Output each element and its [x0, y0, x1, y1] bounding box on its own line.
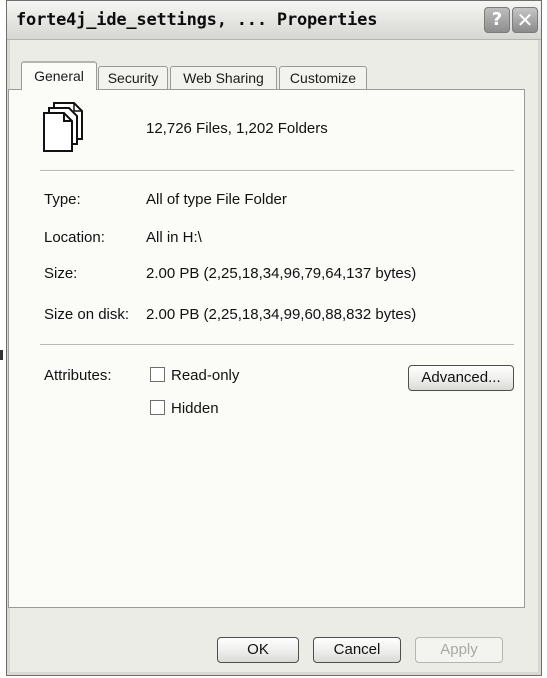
- help-icon[interactable]: ?: [484, 7, 510, 33]
- tab-customize-label: Customize: [289, 70, 357, 86]
- checkbox-box[interactable]: [150, 400, 165, 415]
- type-label: Type:: [44, 191, 81, 208]
- location-label: Location:: [44, 229, 105, 246]
- hidden-checkbox[interactable]: Hidden: [150, 400, 219, 417]
- close-icon[interactable]: ✕: [512, 7, 538, 33]
- size-label: Size:: [44, 265, 78, 282]
- hidden-label: Hidden: [171, 400, 219, 417]
- read-only-label: Read-only: [171, 367, 240, 384]
- tab-general-label: General: [34, 68, 84, 84]
- tab-security-label: Security: [107, 70, 159, 86]
- general-panel: [8, 89, 525, 608]
- apply-button[interactable]: Apply: [415, 637, 503, 663]
- tab-security[interactable]: Security: [98, 66, 168, 89]
- tab-customize[interactable]: Customize: [279, 66, 367, 89]
- cancel-button[interactable]: Cancel: [313, 637, 401, 663]
- tab-general[interactable]: General: [21, 61, 97, 90]
- size-on-disk-label: Size on disk:: [44, 306, 130, 323]
- read-only-checkbox[interactable]: Read-only: [150, 367, 239, 384]
- type-value: All of type File Folder: [146, 191, 287, 208]
- window-title: forte4j_ide_settings, ... Properties: [16, 10, 378, 30]
- ok-button[interactable]: OK: [217, 637, 299, 663]
- size-value: 2.00 PB (2,25,18,34,96,79,64,137 bytes): [146, 265, 417, 282]
- advanced-button[interactable]: Advanced...: [408, 365, 514, 391]
- multiple-documents-icon: [43, 102, 83, 152]
- tab-web-sharing-label: Web Sharing: [183, 70, 264, 86]
- edge-mark: [0, 350, 3, 360]
- title-bar[interactable]: forte4j_ide_settings, ... Properties ? ✕: [7, 1, 541, 40]
- attributes-label: Attributes:: [44, 367, 112, 384]
- checkbox-box[interactable]: [150, 367, 165, 382]
- contents-count: 12,726 Files, 1,202 Folders: [146, 120, 328, 137]
- separator: [40, 344, 514, 346]
- location-value: All in H:\: [146, 229, 202, 246]
- tab-web-sharing[interactable]: Web Sharing: [170, 66, 277, 89]
- separator: [40, 170, 514, 172]
- size-on-disk-value: 2.00 PB (2,25,18,34,99,60,88,832 bytes): [146, 306, 417, 323]
